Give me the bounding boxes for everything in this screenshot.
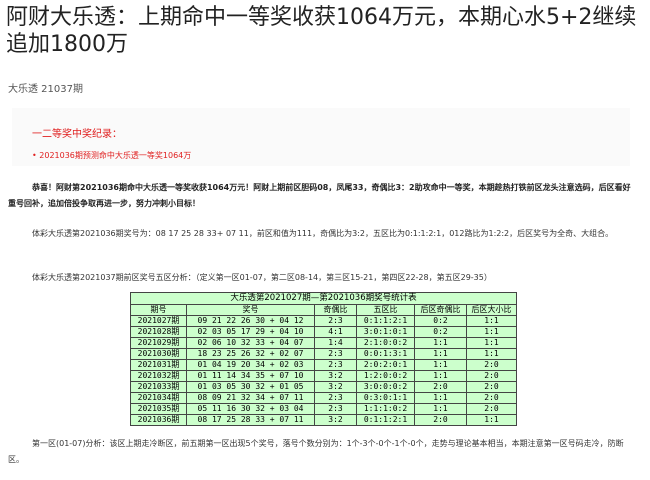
table-row: 2021028期 02 03 05 17 29 + 04 10 4:1 3:0:1:0… <box>130 326 517 338</box>
table-caption: 大乐透第2021027期—第2021036期奖号统计表 <box>130 292 517 304</box>
table-cell: 1:1:1:0:2 <box>356 403 415 415</box>
table-cell: 1:1 <box>414 370 467 382</box>
table-cell: 3:2 <box>314 370 357 382</box>
header-cell: 奇偶比 <box>314 304 357 316</box>
table-cell: 3:0:0:0:2 <box>356 381 415 393</box>
table-cell: 1:1 <box>466 337 517 349</box>
table-cell: 08 09 21 32 34 + 07 11 <box>186 392 315 404</box>
table-cell: 0:2 <box>414 326 467 338</box>
analysis-intro-paragraph: 体彩大乐透第2021037期前区奖号五区分析：（定义第一区01-07，第二区08… <box>8 270 638 286</box>
table-cell: 1:1 <box>466 414 517 426</box>
table-cell: 1:1 <box>466 326 517 338</box>
table-body: 2021027期 09 21 22 26 30 + 04 12 2:3 0:1:1:2… <box>130 315 517 426</box>
last-draw-paragraph: 体彩大乐透第2021036期奖号为：08 17 25 28 33+ 07 11，… <box>8 226 638 242</box>
table-cell: 2:0 <box>466 403 517 415</box>
article-title: 阿财大乐透：上期命中一等奖收获1064万元，本期心水5+2继续追加1800万 <box>6 5 637 57</box>
table-row: 2021033期 01 03 05 30 32 + 01 05 3:2 3:0:0:0… <box>130 381 517 393</box>
table-cell: 2021034期 <box>130 392 187 404</box>
table-cell: 1:2:0:0:2 <box>356 370 415 382</box>
article-meta: 大乐透 21037期 <box>8 84 83 95</box>
table-cell: 3:2 <box>314 414 357 426</box>
table-cell: 2021027期 <box>130 315 187 327</box>
table-cell: 2:0 <box>466 381 517 393</box>
congrats-paragraph: 恭喜！阿财第2021036期命中大乐透一等奖收获1064万元！阿财上期前区胆码0… <box>8 180 638 212</box>
table-header-row: 期号 奖号 奇偶比 五区比 后区奇偶比 后区大小比 <box>130 304 517 316</box>
table-cell: 1:1 <box>466 348 517 360</box>
table-cell: 0:3:0:1:1 <box>356 392 415 404</box>
table-cell: 2:3 <box>314 315 357 327</box>
table-row: 2021027期 09 21 22 26 30 + 04 12 2:3 0:1:1:2… <box>130 315 517 327</box>
table-cell: 1:1 <box>414 348 467 360</box>
header-cell: 奖号 <box>186 304 315 316</box>
table-cell: 2021033期 <box>130 381 187 393</box>
table-cell: 2:0 <box>414 381 467 393</box>
table-cell: 4:1 <box>314 326 357 338</box>
table-cell: 01 11 14 34 35 + 07 10 <box>186 370 315 382</box>
table-cell: 2:0 <box>466 370 517 382</box>
table-cell: 2021032期 <box>130 370 187 382</box>
table-row: 2021034期 08 09 21 32 34 + 07 11 2:3 0:3:0:1… <box>130 392 517 404</box>
table-cell: 18 23 25 26 32 + 02 07 <box>186 348 315 360</box>
table-cell: 09 21 22 26 30 + 04 12 <box>186 315 315 327</box>
table-cell: 02 06 10 32 33 + 04 07 <box>186 337 315 349</box>
header-cell: 期号 <box>130 304 187 316</box>
header-cell: 后区奇偶比 <box>414 304 467 316</box>
notice-record-link[interactable]: • 2021036期预测命中大乐透一等奖1064万 <box>32 150 191 161</box>
table-cell: 2:3 <box>314 392 357 404</box>
article-page: 阿财大乐透：上期命中一等奖收获1064万元，本期心水5+2继续追加1800万 大… <box>0 0 650 480</box>
table-cell: 01 04 19 20 34 + 02 03 <box>186 359 315 371</box>
table-cell: 1:4 <box>314 337 357 349</box>
table-row: 2021035期 05 11 16 30 32 + 03 04 2:3 1:1:1:0… <box>130 403 517 415</box>
table-cell: 2:0 <box>466 392 517 404</box>
header-cell: 五区比 <box>356 304 415 316</box>
table-cell: 2021035期 <box>130 403 187 415</box>
table-cell: 2:3 <box>314 359 357 371</box>
zone1-text: 第一区(01-07)分析：该区上期走冷断区，前五期第一区出现5个奖号，落号个数分… <box>8 439 624 464</box>
header-cell: 后区大小比 <box>466 304 517 316</box>
notice-heading: 一二等奖中奖纪录： <box>32 129 122 140</box>
table-cell: 1:1 <box>466 315 517 327</box>
congrats-text: 恭喜！阿财第2021036期命中大乐透一等奖收获1064万元！阿财上期前区胆码0… <box>8 183 631 208</box>
table-cell: 2021028期 <box>130 326 187 338</box>
table-cell: 0:1:1:2:1 <box>356 315 415 327</box>
table-cell: 1:1 <box>414 392 467 404</box>
table-cell: 2021031期 <box>130 359 187 371</box>
table-cell: 0:0:1:3:1 <box>356 348 415 360</box>
table-cell: 02 03 05 17 29 + 04 10 <box>186 326 315 338</box>
table-row: 2021032期 01 11 14 34 35 + 07 10 3:2 1:2:0:0… <box>130 370 517 382</box>
table-cell: 2:0 <box>414 414 467 426</box>
table-cell: 08 17 25 28 33 + 07 11 <box>186 414 315 426</box>
table-row: 2021029期 02 06 10 32 33 + 04 07 1:4 2:1:0:0… <box>130 337 517 349</box>
last-draw-text: 体彩大乐透第2021036期奖号为：08 17 25 28 33+ 07 11，… <box>32 229 614 238</box>
zone1-paragraph: 第一区(01-07)分析：该区上期走冷断区，前五期第一区出现5个奖号，落号个数分… <box>8 436 638 468</box>
table-cell: 01 03 05 30 32 + 01 05 <box>186 381 315 393</box>
record-notice-box: 一二等奖中奖纪录： • 2021036期预测命中大乐透一等奖1064万 <box>12 108 630 166</box>
table-row: 2021031期 01 04 19 20 34 + 02 03 2:3 2:0:2:0… <box>130 359 517 371</box>
table-cell: 0:1:1:2:1 <box>356 414 415 426</box>
table-cell: 1:1 <box>414 403 467 415</box>
table-cell: 2:3 <box>314 403 357 415</box>
table-cell: 3:2 <box>314 381 357 393</box>
table-cell: 0:2 <box>414 315 467 327</box>
table-cell: 2:0:2:0:1 <box>356 359 415 371</box>
table-cell: 2021030期 <box>130 348 187 360</box>
table-cell: 2:0 <box>466 359 517 371</box>
table-row: 2021036期 08 17 25 28 33 + 07 11 3:2 0:1:1:2… <box>130 414 517 426</box>
table-cell: 2:1:0:0:2 <box>356 337 415 349</box>
table-cell: 1:1 <box>414 359 467 371</box>
draw-stats-table: 大乐透第2021027期—第2021036期奖号统计表 期号 奖号 奇偶比 五区… <box>130 292 517 426</box>
table-cell: 3:0:1:0:1 <box>356 326 415 338</box>
table-cell: 2:3 <box>314 348 357 360</box>
table-cell: 1:1 <box>414 337 467 349</box>
analysis-intro-text: 体彩大乐透第2021037期前区奖号五区分析：（定义第一区01-07，第二区08… <box>32 273 492 282</box>
table-row: 2021030期 18 23 25 26 32 + 02 07 2:3 0:0:1:3… <box>130 348 517 360</box>
table-cell: 2021029期 <box>130 337 187 349</box>
table-cell: 05 11 16 30 32 + 03 04 <box>186 403 315 415</box>
table-cell: 2021036期 <box>130 414 187 426</box>
